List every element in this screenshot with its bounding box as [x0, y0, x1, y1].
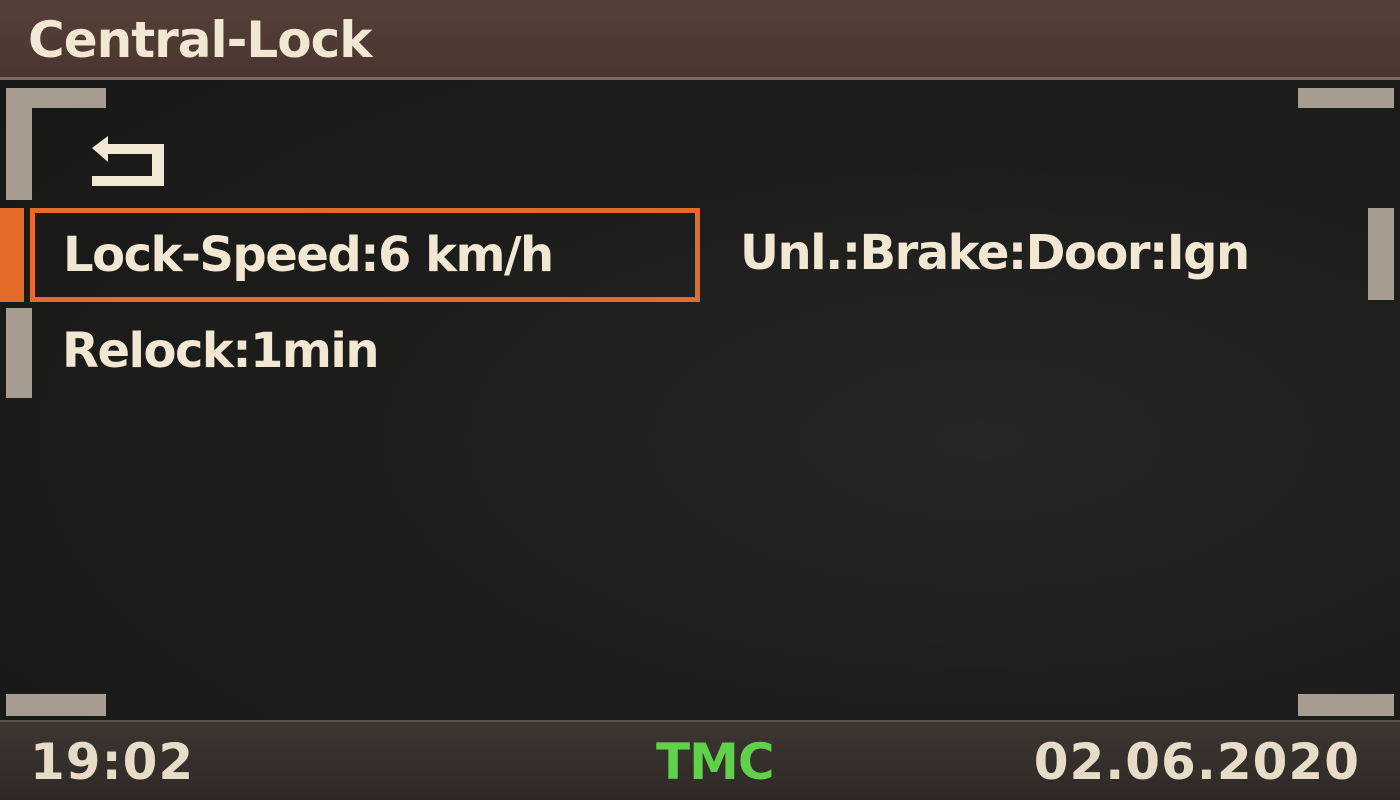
frame-corner-bottom-right: [1298, 694, 1394, 716]
display-screen: Central-Lock Lock-Speed:6 km/h Unl.:Brak…: [0, 0, 1400, 800]
menu-item-relock[interactable]: Relock:1min: [34, 308, 694, 398]
right-side-tab[interactable]: [1368, 208, 1394, 300]
frame-corner-bottom-left: [6, 694, 106, 716]
selection-marker: [0, 208, 24, 302]
clock-time: 19:02: [30, 733, 195, 791]
return-arrow-icon: [92, 136, 164, 186]
current-date: 02.06.2020: [1033, 733, 1360, 791]
menu-item-unlock-options[interactable]: Unl.:Brake:Door:Ign: [740, 210, 1320, 302]
menu-item-lock-speed[interactable]: Lock-Speed:6 km/h: [30, 208, 700, 302]
left-side-tab: [6, 308, 32, 398]
frame-corner-top-left-vertical: [6, 88, 32, 200]
page-title: Central-Lock: [28, 11, 372, 69]
back-menu-item[interactable]: [36, 112, 716, 204]
tmc-indicator: TMC: [656, 733, 775, 791]
menu-content: Lock-Speed:6 km/h Unl.:Brake:Door:Ign Re…: [0, 82, 1400, 720]
status-bar: 19:02 TMC 02.06.2020: [0, 720, 1400, 800]
frame-corner-top-right: [1298, 88, 1394, 108]
title-bar: Central-Lock: [0, 0, 1400, 80]
